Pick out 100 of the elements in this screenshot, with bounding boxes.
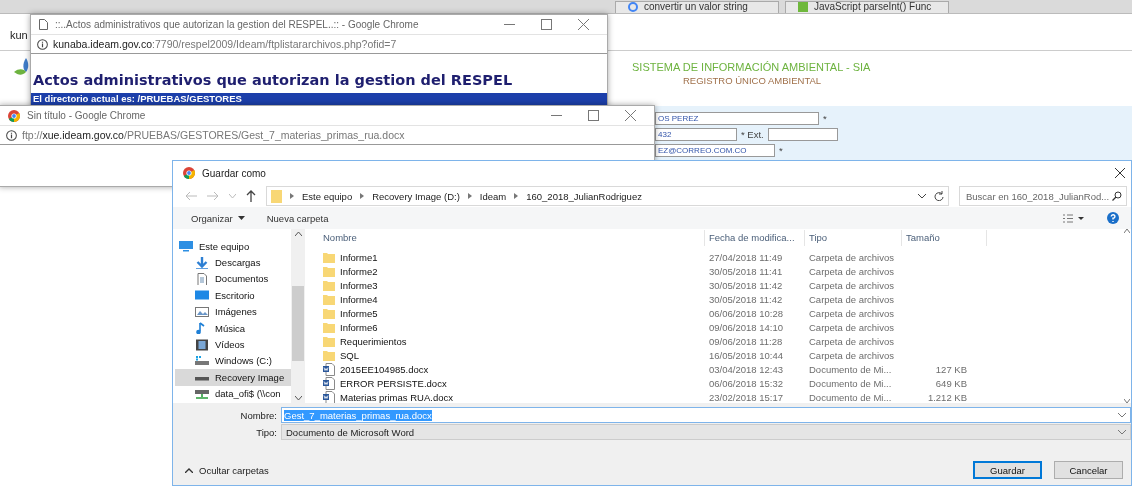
help-icon[interactable] [1107,212,1119,224]
spreadsheet-icon [798,2,808,12]
url-text[interactable]: ftp://xue.ideam.gov.co/PRUEBAS/GESTORES/Gest_7_materias_primas_rua.docx [22,129,405,141]
text-field[interactable]: OS PEREZ [655,112,819,125]
sidebar-item[interactable]: data_ofi$ (\\con [175,385,291,402]
chrome-icon [8,109,20,122]
sidebar-item[interactable]: Documentos [175,270,291,288]
file-row[interactable]: Informe4 30/05/2018 11:42 Carpeta de archivos [319,292,1131,306]
required-label: * Ext. [741,129,764,140]
chevron-down-icon[interactable] [1118,412,1126,418]
file-type-dropdown[interactable]: Documento de Microsoft Word [281,424,1131,440]
address-bar[interactable]: Este equipo Recovery Image (D:) Ideam 160_2018_JulianRodriguez [266,186,949,206]
folder-icon [323,307,335,319]
page-icon [39,19,48,30]
chevron-right-icon [360,193,365,199]
maximize-icon[interactable] [541,19,552,30]
view-options-icon[interactable] [1063,213,1085,223]
required-label: * [779,145,783,156]
refresh-icon[interactable] [934,191,944,201]
dialog-title: Guardar como [202,167,267,179]
column-header[interactable]: Nombre [319,230,705,246]
file-row[interactable]: Informe1 27/04/2018 11:49 Carpeta de archivos [319,250,1131,264]
field-label: Nombre: [239,409,278,421]
breadcrumb-item[interactable]: Ideam [479,190,507,202]
breadcrumb-item[interactable]: Recovery Image (D:) [372,190,460,202]
download-icon [195,256,209,269]
dialog-button[interactable]: Cancelar [1054,461,1123,479]
file-row[interactable]: 2015EE104985.docx 03/04/2018 12:43 Documento de Mi... 127 KB [319,362,1131,376]
folder-icon [323,251,335,263]
chevron-right-icon [290,193,294,199]
word-document-icon [323,376,335,390]
file-row[interactable]: ERROR PERSISTE.docx 06/06/2018 15:32 Documento de Mi... 649 KB [319,376,1131,390]
videos-icon [195,338,209,351]
info-icon[interactable] [37,38,48,50]
file-row[interactable]: SQL 16/05/2018 10:44 Carpeta de archivos [319,348,1131,362]
close-icon[interactable] [1115,168,1125,178]
info-icon[interactable] [6,129,17,141]
hide-folders-button[interactable]: Ocultar carpetas [185,464,269,476]
scrollbar[interactable] [291,229,305,403]
sidebar-item[interactable]: Recovery Image [175,369,291,386]
system-drive-icon [195,354,209,367]
window-title: ::..Actos administrativos que autorizan la gestion del RESPEL..:: - Google Chrome [55,19,420,30]
extension-field[interactable] [767,128,838,141]
leaf-logo-icon [14,58,29,76]
sidebar-item[interactable]: Escritorio [175,287,291,304]
folder-icon [323,321,335,333]
maximize-icon[interactable] [588,110,599,121]
folder-icon [323,349,335,361]
column-header[interactable]: Fecha de modifica... [705,230,805,246]
file-row[interactable]: Informe5 06/06/2018 10:28 Carpeta de archivos [319,306,1131,320]
file-row[interactable]: Informe2 30/05/2018 11:41 Carpeta de archivos [319,264,1131,278]
page-heading: Actos administrativos que autorizan la gestion del RESPEL [33,72,514,88]
word-document-icon [323,390,335,403]
file-row[interactable]: Informe6 09/06/2018 14:10 Carpeta de archivos [319,320,1131,334]
scroll-down-icon[interactable] [1124,399,1130,403]
network-icon [195,387,209,400]
chevron-right-icon [514,193,519,199]
computer-icon [179,240,193,253]
folder-icon [323,265,335,277]
breadcrumb-item[interactable]: Este equipo [302,190,353,202]
chevron-right-icon [467,193,472,199]
sidebar-item[interactable]: Vídeos [175,336,291,353]
sidebar-item[interactable]: Este equipo [175,238,291,255]
breadcrumb-item[interactable]: 160_2018_JulianRodriguez [526,190,642,202]
file-row[interactable]: Informe3 30/05/2018 11:42 Carpeta de archivos [319,278,1131,292]
required-label: * [823,113,827,124]
scroll-down-icon[interactable] [294,396,302,400]
chevron-up-icon [185,467,193,473]
column-header[interactable]: Tipo [805,230,902,246]
scroll-up-icon[interactable] [294,232,302,236]
dialog-button[interactable]: Guardar [973,461,1042,479]
url-text[interactable]: kunaba.ideam.gov.co:7790/respel2009/Ideam/ftplistararchivos.php?ofid=7 [53,38,397,50]
chevron-down-icon [1118,429,1126,435]
sidebar-item[interactable]: Windows (C:) [175,352,291,370]
chevron-down-icon[interactable] [918,193,926,199]
sidebar-item[interactable]: Descargas [175,254,291,271]
chrome-icon [183,167,195,179]
documents-icon [195,272,209,285]
browser-tab[interactable]: JavaScript parseInt() Func [785,1,949,13]
file-row[interactable]: Materias primas RUA.docx 23/02/2018 15:17 Documento de Mi... 1.212 KB [319,390,1131,403]
folder-icon [323,279,335,291]
toolbar-button[interactable]: Nueva carpeta [266,212,329,224]
scroll-up-icon[interactable] [1124,229,1130,233]
folder-icon [323,335,335,347]
system-title: SISTEMA DE INFORMACIÓN AMBIENTAL - SIA [632,61,872,73]
browser-tab[interactable]: convertir un valor string [615,1,779,13]
search-field[interactable]: Buscar en 160_2018_JulianRod... [959,186,1127,206]
word-document-icon [323,362,335,376]
toolbar-button[interactable]: Organizar [191,212,245,224]
folder-icon [271,189,282,203]
text-field[interactable]: 432 [655,128,737,141]
system-subtitle: REGISTRO ÚNICO AMBIENTAL [683,75,823,86]
folder-icon [323,293,335,305]
pictures-icon [195,305,209,318]
up-arrow-icon[interactable] [246,190,256,202]
column-header[interactable]: Tamaño [902,230,987,246]
file-row[interactable]: Requerimientos 09/06/2018 11:28 Carpeta de archivos [319,334,1131,348]
text-field[interactable]: EZ@CORREO.COM.CO [655,144,775,157]
sidebar-item[interactable]: Música [175,319,291,337]
sidebar-item[interactable]: Imágenes [175,303,291,320]
